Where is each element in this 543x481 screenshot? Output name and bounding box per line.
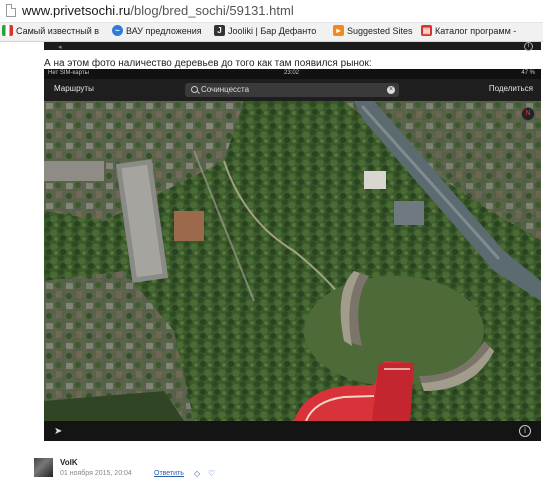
battery-label: 47 % bbox=[521, 70, 535, 76]
comment-date: 01 ноября 2015, 20:04 bbox=[60, 470, 132, 477]
italy-flag-icon bbox=[2, 25, 13, 36]
compass-icon[interactable]: N bbox=[521, 107, 535, 121]
heart-icon[interactable]: ♡ bbox=[208, 469, 215, 478]
maps-bottom-bar: ➤ i bbox=[44, 421, 541, 441]
bookmark-item[interactable]: ▸ Suggested Sites bbox=[333, 25, 413, 36]
info-icon[interactable]: i bbox=[519, 425, 531, 437]
avatar[interactable] bbox=[34, 458, 53, 477]
post-caption: А на этом фото наличество деревьев до то… bbox=[44, 58, 372, 69]
reply-link[interactable]: Ответить bbox=[154, 470, 184, 477]
bookmarks-bar: Самый известный в ~ ВАУ предложения J Jool… bbox=[0, 23, 543, 42]
bookmark-item[interactable]: ~ ВАУ предложения bbox=[112, 25, 202, 36]
suggested-sites-icon: ▸ bbox=[333, 25, 344, 36]
bookmark-item[interactable]: J Jooliki | Бар Дефанто bbox=[214, 25, 316, 36]
location-arrow-icon: ◂ bbox=[58, 44, 62, 51]
routes-button[interactable]: Маршруты bbox=[54, 84, 94, 93]
maps-screenshot: Нет SIM-карты 23:02 47 % Маршруты Сочинц… bbox=[44, 69, 541, 441]
search-field[interactable]: Сочинцесста × bbox=[185, 83, 399, 97]
j-icon: J bbox=[214, 25, 225, 36]
previous-image-bottom-edge: ◂ i bbox=[44, 42, 541, 51]
url-path: /blog/bred_sochi/59131.html bbox=[130, 3, 294, 18]
catalog-icon: ▤ bbox=[421, 25, 432, 36]
page-icon bbox=[6, 4, 16, 17]
bookmark-item[interactable]: ▤ Каталог программ - bbox=[421, 25, 516, 36]
maps-navbar: Маршруты Сочинцесста × Поделиться bbox=[44, 79, 541, 101]
info-icon: i bbox=[524, 42, 533, 51]
wave-icon: ~ bbox=[112, 25, 123, 36]
satellite-map[interactable] bbox=[44, 101, 541, 421]
url-text[interactable]: www.privetsochi.ru/blog/bred_sochi/59131… bbox=[22, 3, 294, 18]
status-bar: Нет SIM-карты 23:02 47 % bbox=[44, 69, 541, 79]
bookmark-label: ВАУ предложения bbox=[126, 25, 202, 36]
share-button[interactable]: Поделиться bbox=[489, 84, 533, 93]
bookmark-item[interactable]: Самый известный в bbox=[2, 25, 99, 36]
address-bar[interactable]: www.privetsochi.ru/blog/bred_sochi/59131… bbox=[0, 0, 543, 23]
carrier-label: Нет SIM-карты bbox=[48, 70, 89, 76]
location-arrow-icon[interactable]: ➤ bbox=[54, 426, 62, 437]
url-host: www.privetsochi.ru bbox=[22, 3, 131, 18]
search-icon bbox=[191, 86, 198, 93]
search-text: Сочинцесста bbox=[201, 85, 250, 94]
bookmark-label: Самый известный в bbox=[16, 25, 99, 36]
bookmark-label: Suggested Sites bbox=[347, 25, 413, 36]
bookmark-label: Каталог программ - bbox=[435, 25, 517, 36]
comment-author[interactable]: VolK bbox=[60, 458, 78, 467]
bookmark-label: Jooliki | Бар Дефанто bbox=[228, 25, 317, 36]
share-icon[interactable]: ◇ bbox=[194, 469, 200, 478]
clear-icon[interactable]: × bbox=[387, 86, 395, 94]
clock-label: 23:02 bbox=[284, 70, 300, 76]
